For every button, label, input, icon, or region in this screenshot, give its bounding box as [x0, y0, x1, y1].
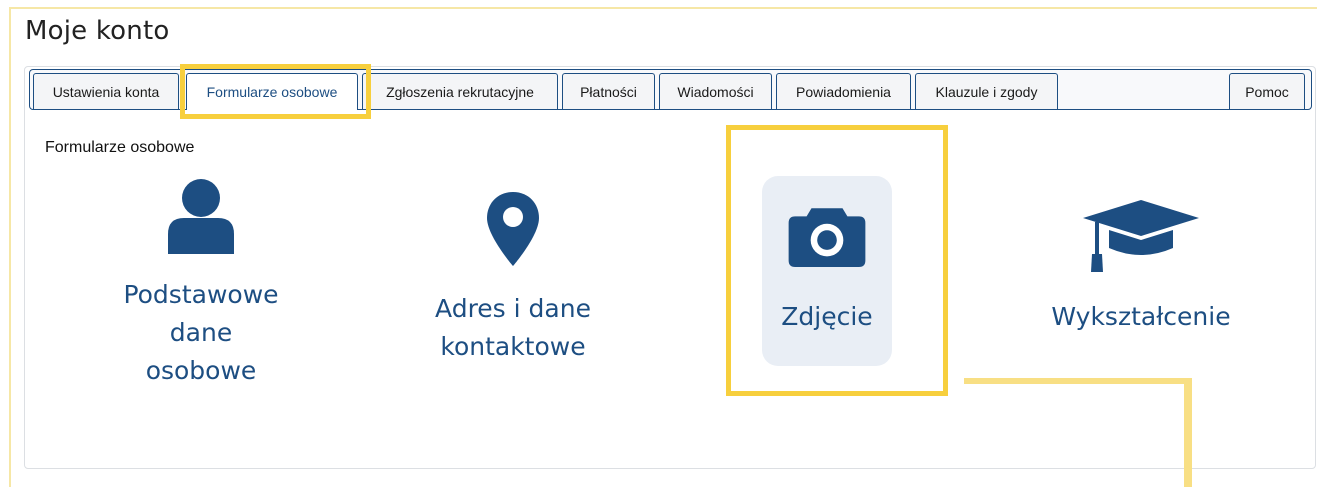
- user-icon: [161, 176, 241, 254]
- page-title: Moje konto: [25, 16, 170, 46]
- tab-pomoc[interactable]: Pomoc: [1229, 73, 1305, 109]
- highlight-connector-vertical: [1184, 378, 1192, 487]
- highlight-connector-horizontal: [964, 378, 1192, 384]
- tile-label: Podstawowe dane osobowe: [123, 280, 279, 385]
- camera-icon: [787, 176, 867, 276]
- tab-klauzule-i-zgody[interactable]: Klauzule i zgody: [915, 73, 1058, 109]
- tile-adres-i-dane-kontaktowe[interactable]: Adres i dane kontaktowe: [413, 176, 613, 366]
- tile-podstawowe-dane-osobowe[interactable]: Podstawowe dane osobowe: [101, 176, 301, 385]
- tile-wyksztalcenie[interactable]: Wykształcenie: [1041, 176, 1241, 366]
- tab-powiadomienia[interactable]: Powiadomienia: [776, 73, 911, 109]
- tile-label: Adres i dane kontaktowe: [435, 294, 591, 361]
- tab-zgloszenia-rekrutacyjne[interactable]: Zgłoszenia rekrutacyjne: [362, 73, 558, 109]
- tile-label: Zdjęcie: [781, 302, 873, 331]
- map-pin-icon: [473, 176, 553, 268]
- section-title: Formularze osobowe: [45, 139, 195, 156]
- tab-wiadomosci[interactable]: Wiadomości: [659, 73, 772, 109]
- graduation-cap-icon: [1076, 176, 1206, 276]
- tab-formularze-osobowe[interactable]: Formularze osobowe: [186, 73, 358, 110]
- tab-platnosci[interactable]: Płatności: [562, 73, 655, 109]
- tile-label: Wykształcenie: [1051, 302, 1231, 331]
- tile-zdjecie[interactable]: Zdjęcie: [762, 176, 892, 366]
- tab-ustawienia-konta[interactable]: Ustawienia konta: [33, 73, 179, 109]
